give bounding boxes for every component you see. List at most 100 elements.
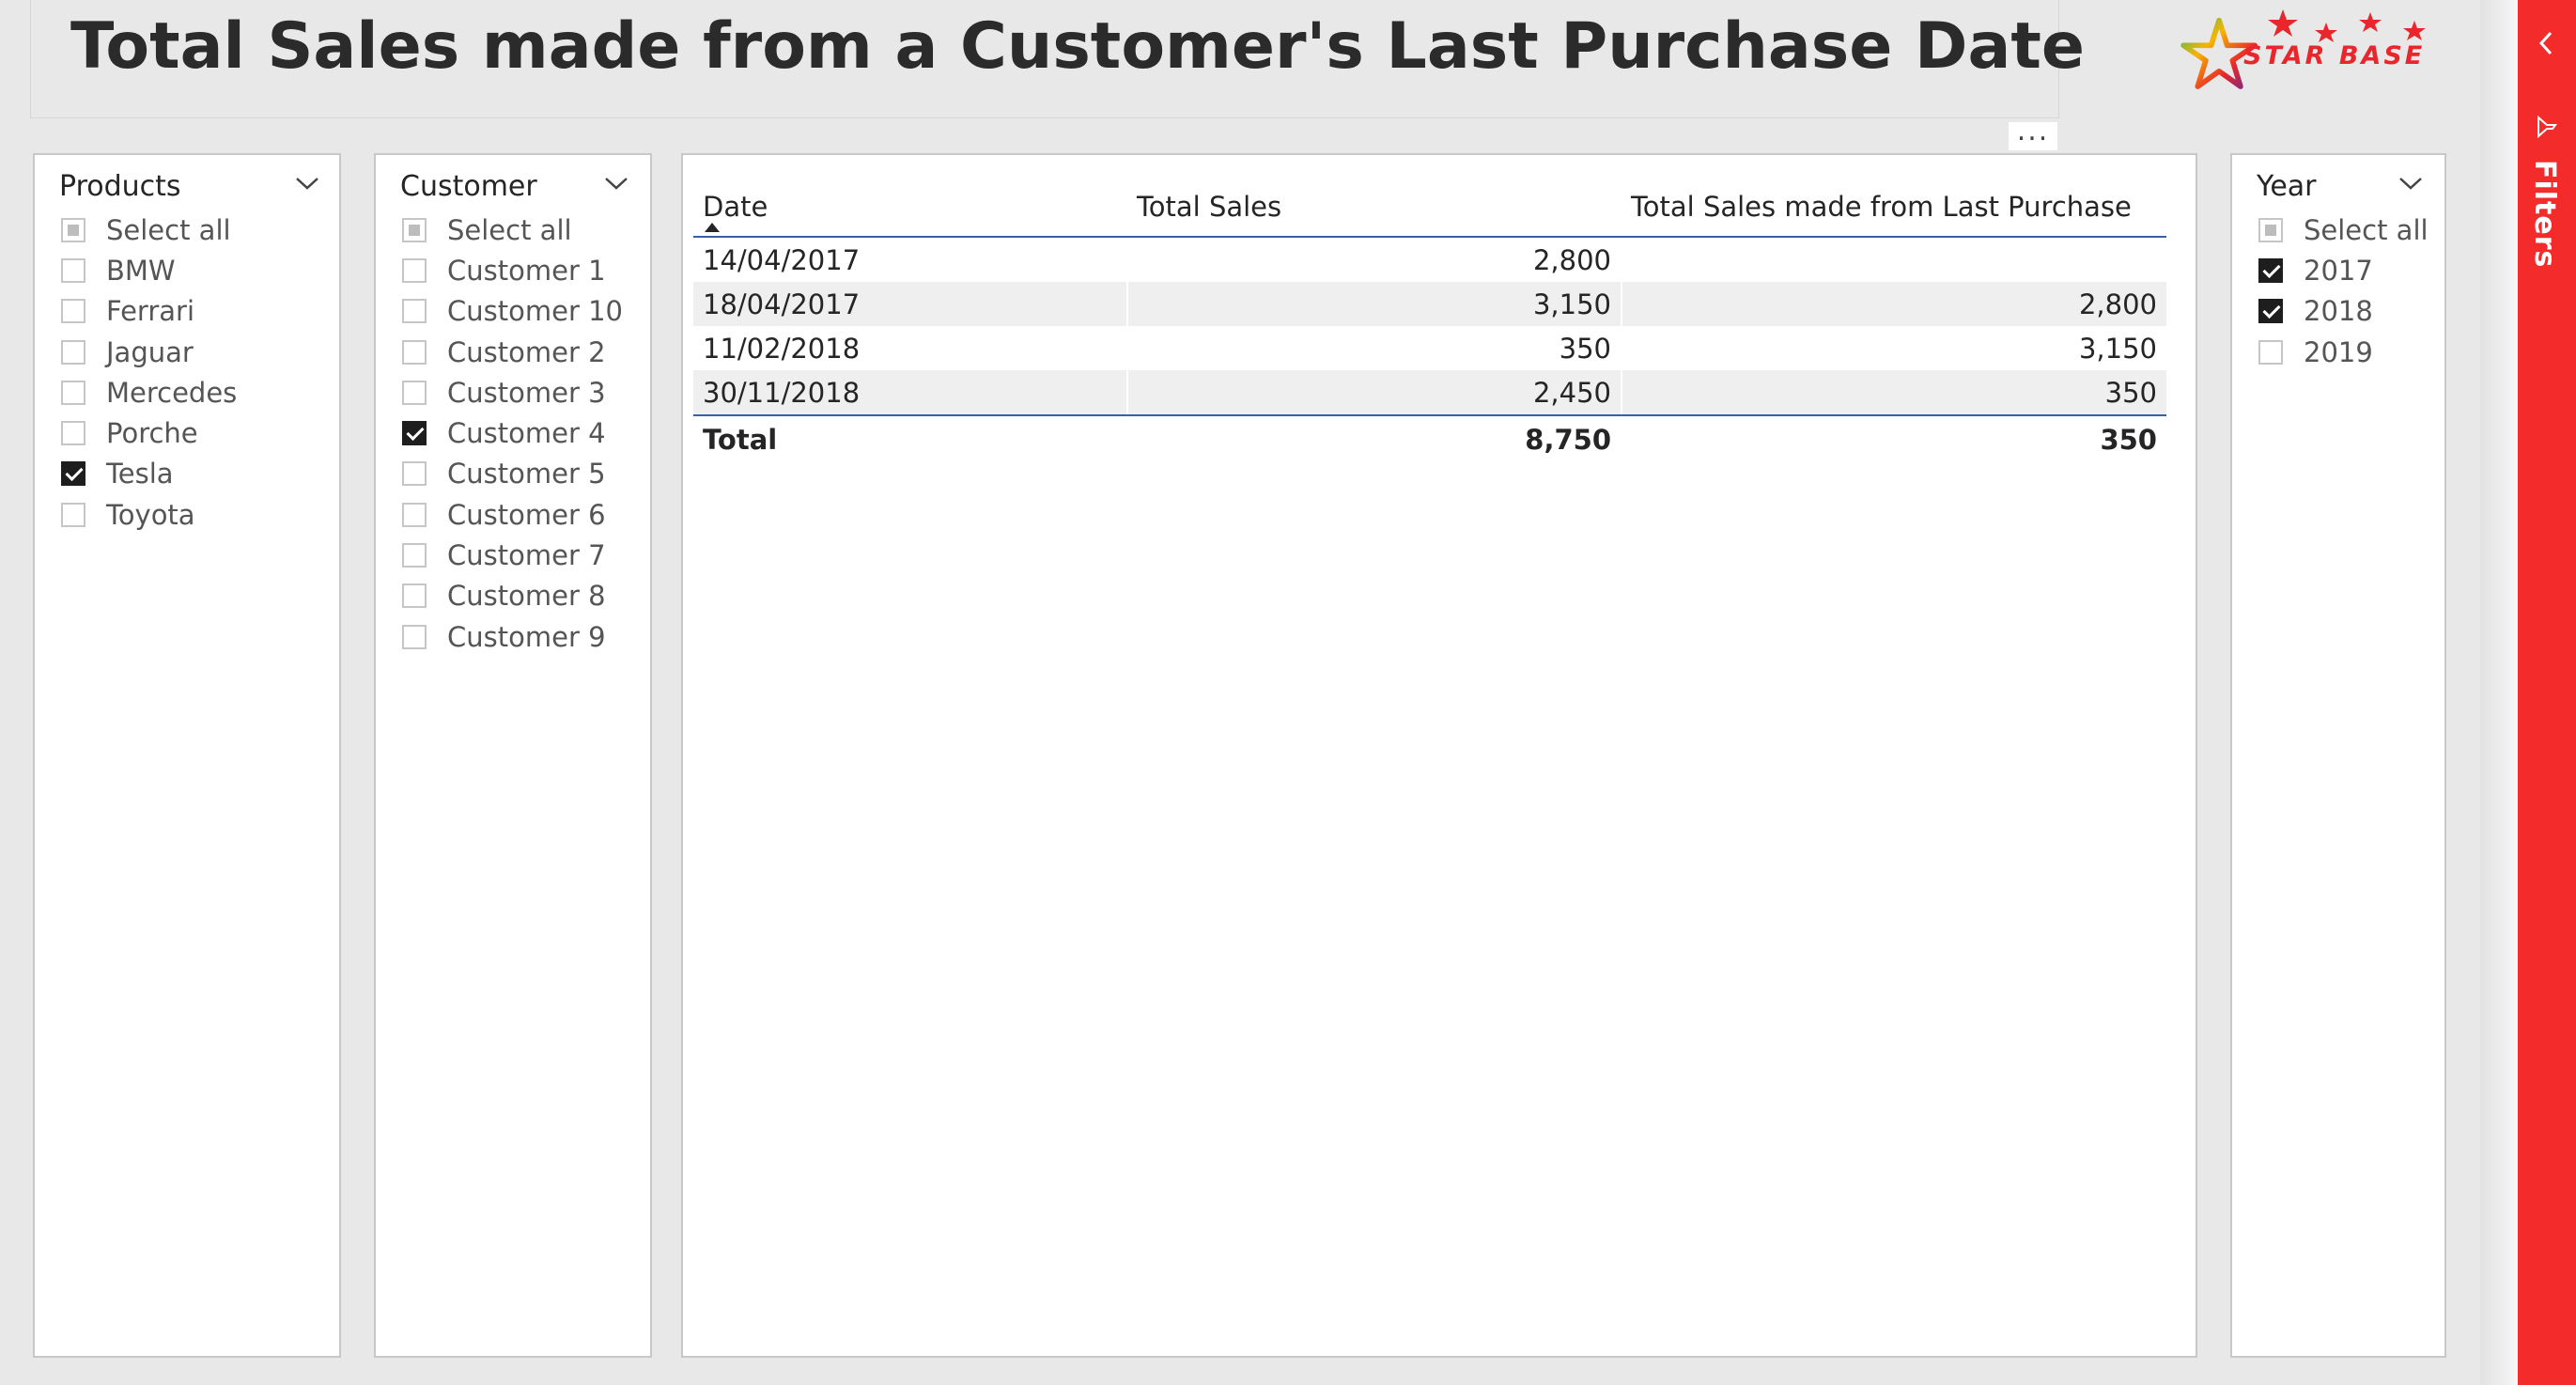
table-row[interactable]: 11/02/2018 350 3,150 bbox=[693, 326, 2166, 370]
checkbox[interactable] bbox=[402, 421, 427, 446]
sales-table: Date Total Sales Total Sales made from L… bbox=[693, 153, 2166, 463]
customer-slicer-item[interactable]: Select all bbox=[402, 210, 623, 250]
customer-item-label: Customer 1 bbox=[447, 254, 606, 287]
logo-text: STAR BASE bbox=[2243, 41, 2426, 70]
customer-slicer-item[interactable]: Customer 8 bbox=[402, 576, 623, 616]
year-slicer-item[interactable]: Select all bbox=[2258, 210, 2429, 250]
table-row[interactable]: 14/04/2017 2,800 bbox=[693, 237, 2166, 282]
checkbox[interactable] bbox=[402, 502, 427, 527]
total-sales-total-cell: 8,750 bbox=[1127, 415, 1622, 463]
customer-item-label: Customer 2 bbox=[447, 335, 606, 368]
checkbox[interactable] bbox=[61, 502, 85, 527]
products-slicer-item[interactable]: Toyota bbox=[61, 494, 237, 535]
checkbox[interactable] bbox=[402, 339, 427, 365]
column-header-total-sales[interactable]: Total Sales bbox=[1127, 153, 1622, 238]
checkbox[interactable] bbox=[402, 299, 427, 324]
year-slicer-item[interactable]: 2018 bbox=[2258, 291, 2429, 332]
products-item-label: Select all bbox=[106, 213, 231, 246]
report-title: Total Sales made from a Customer's Last … bbox=[70, 9, 2085, 84]
year-slicer-title: Year bbox=[2257, 170, 2317, 203]
checkbox[interactable] bbox=[402, 461, 427, 487]
last-purchase-sales-cell bbox=[1622, 237, 2166, 282]
checkbox[interactable] bbox=[61, 299, 85, 324]
table-row[interactable]: 30/11/2018 2,450 350 bbox=[693, 370, 2166, 416]
products-slicer-item[interactable]: Jaguar bbox=[61, 332, 237, 372]
customer-item-label: Customer 9 bbox=[447, 620, 606, 653]
chevron-down-icon[interactable] bbox=[2398, 174, 2424, 193]
year-item-label: 2019 bbox=[2304, 335, 2373, 368]
products-item-label: Toyota bbox=[106, 498, 195, 531]
total-label-cell: Total bbox=[693, 415, 1128, 463]
more-options-button[interactable]: ... bbox=[2009, 117, 2057, 150]
products-item-label: BMW bbox=[106, 254, 176, 287]
customer-slicer-item[interactable]: Customer 1 bbox=[402, 250, 623, 290]
title-textbox[interactable]: Total Sales made from a Customer's Last … bbox=[30, 0, 2085, 118]
products-slicer-item[interactable]: Ferrari bbox=[61, 291, 237, 332]
customer-slicer-item[interactable]: Customer 10 bbox=[402, 291, 623, 332]
customer-item-list: Select all Customer 1 Customer 10 Customer … bbox=[402, 210, 623, 657]
checkbox[interactable] bbox=[61, 217, 85, 242]
funnel-icon bbox=[2537, 115, 2557, 139]
customer-slicer-title: Customer bbox=[400, 170, 537, 203]
customer-slicer-item[interactable]: Customer 9 bbox=[402, 616, 623, 657]
checkbox[interactable] bbox=[402, 217, 427, 242]
customer-slicer[interactable]: Customer Select all Customer 1 Customer 10… bbox=[374, 153, 652, 1358]
total-sales-cell: 350 bbox=[1127, 326, 1622, 370]
products-slicer-item[interactable]: Mercedes bbox=[61, 372, 237, 412]
checkbox[interactable] bbox=[2258, 339, 2283, 365]
products-slicer-item[interactable]: Tesla bbox=[61, 454, 237, 494]
customer-slicer-item[interactable]: Customer 5 bbox=[402, 454, 623, 494]
products-slicer-item[interactable]: BMW bbox=[61, 250, 237, 290]
last-purchase-sales-cell: 3,150 bbox=[2078, 332, 2157, 365]
products-item-label: Jaguar bbox=[106, 335, 194, 368]
checkbox[interactable] bbox=[402, 380, 427, 405]
customer-item-label: Customer 3 bbox=[447, 376, 606, 409]
checkbox[interactable] bbox=[402, 584, 427, 609]
column-header-label: Total Sales bbox=[1137, 191, 1282, 223]
checkbox[interactable] bbox=[2258, 217, 2283, 242]
checkbox[interactable] bbox=[61, 257, 85, 283]
checkbox[interactable] bbox=[2258, 299, 2283, 324]
checkbox[interactable] bbox=[2258, 257, 2283, 283]
customer-item-label: Customer 10 bbox=[447, 295, 623, 328]
checkbox[interactable] bbox=[61, 421, 85, 446]
products-slicer-title: Products bbox=[59, 170, 181, 203]
checkbox[interactable] bbox=[402, 624, 427, 649]
customer-slicer-item[interactable]: Customer 4 bbox=[402, 412, 623, 453]
customer-slicer-item[interactable]: Customer 2 bbox=[402, 332, 623, 372]
date-cell: 11/02/2018 bbox=[693, 326, 1128, 370]
chevron-down-icon[interactable] bbox=[603, 174, 629, 193]
last-purchase-sales-cell: 2,800 bbox=[1622, 282, 2166, 326]
year-slicer-item[interactable]: 2019 bbox=[2258, 332, 2429, 372]
year-slicer-item[interactable]: 2017 bbox=[2258, 250, 2429, 290]
customer-slicer-item[interactable]: Customer 6 bbox=[402, 494, 623, 535]
filters-pane-collapsed[interactable]: Filters bbox=[2518, 0, 2576, 1385]
total-sales-cell: 2,800 bbox=[1127, 237, 1622, 282]
products-item-label: Ferrari bbox=[106, 295, 195, 328]
products-slicer-item[interactable]: Select all bbox=[61, 210, 237, 250]
products-slicer-item[interactable]: Porche bbox=[61, 412, 237, 453]
column-header-date[interactable]: Date bbox=[693, 153, 1127, 238]
customer-slicer-item[interactable]: Customer 3 bbox=[402, 372, 623, 412]
products-item-list: Select all BMW Ferrari Jaguar Mercedes Porche… bbox=[61, 210, 237, 535]
checkbox[interactable] bbox=[61, 339, 85, 365]
total-sales-cell: 2,450 bbox=[1127, 370, 1622, 416]
column-header-last-purchase-sales[interactable]: Total Sales made from Last Purchase bbox=[1622, 153, 2166, 238]
customer-item-label: Customer 6 bbox=[447, 498, 606, 531]
customer-slicer-item[interactable]: Customer 7 bbox=[402, 535, 623, 575]
chevron-down-icon[interactable] bbox=[294, 174, 320, 193]
year-item-label: 2017 bbox=[2304, 254, 2373, 287]
products-slicer[interactable]: Products Select all BMW Ferrari Jaguar Merce… bbox=[33, 153, 341, 1358]
column-header-label: Date bbox=[703, 191, 768, 223]
checkbox[interactable] bbox=[402, 257, 427, 283]
checkbox[interactable] bbox=[61, 380, 85, 405]
total-sales-cell: 3,150 bbox=[1127, 282, 1622, 326]
table-total-row: Total 8,750 350 bbox=[693, 415, 2166, 463]
checkbox[interactable] bbox=[61, 461, 85, 487]
date-cell: 18/04/2017 bbox=[693, 282, 1128, 326]
table-row[interactable]: 18/04/2017 3,150 2,800 bbox=[693, 282, 2166, 326]
checkbox[interactable] bbox=[402, 543, 427, 568]
customer-item-label: Select all bbox=[447, 213, 572, 246]
chevron-left-icon[interactable] bbox=[2537, 30, 2555, 56]
year-slicer[interactable]: Year Select all 2017 2018 2019 bbox=[2230, 153, 2446, 1358]
